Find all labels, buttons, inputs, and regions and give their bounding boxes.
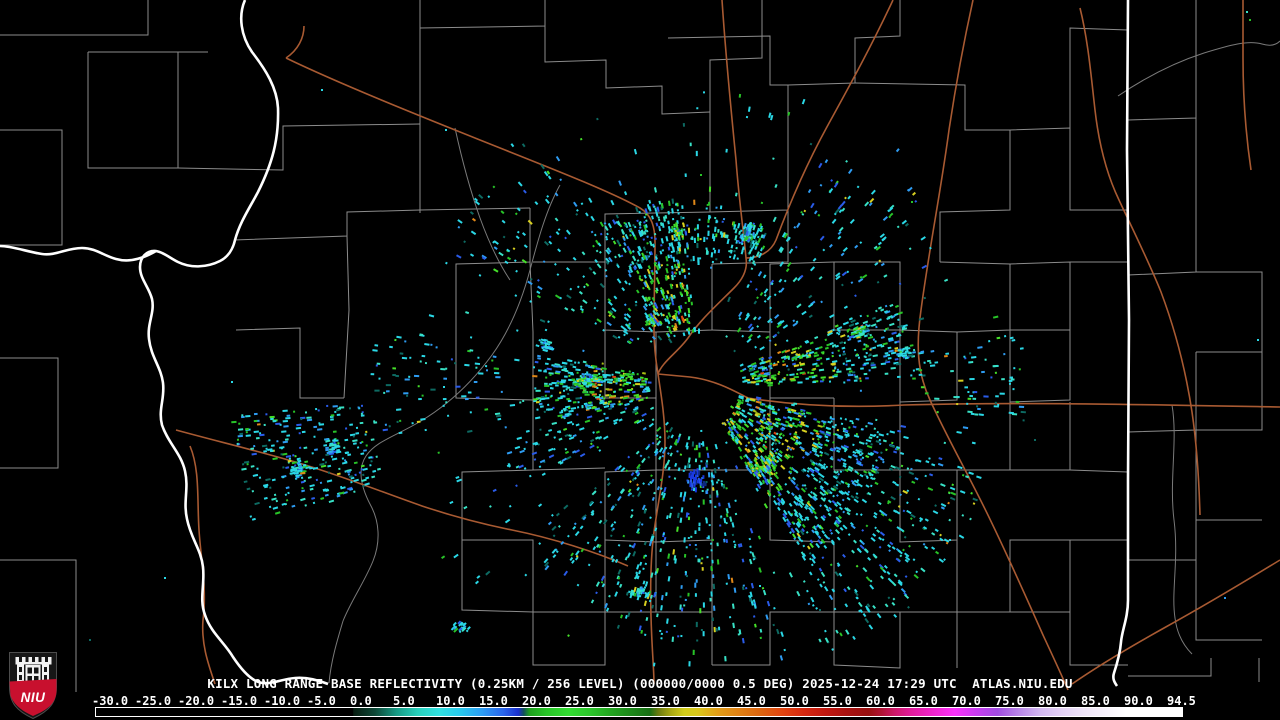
highway-lines [175,0,1280,691]
scale-tick-label: 0.0 [350,694,372,708]
niu-wordmark: NIU [21,690,47,705]
scale-tick-label: 94.5 [1167,694,1196,708]
product-title: KILX LONG RANGE BASE REFLECTIVITY (0.25K… [207,676,1073,691]
scale-tick-label: -20.0 [178,694,215,708]
county-boundaries [0,0,1263,692]
scale-tick-label: 75.0 [995,694,1024,708]
reflectivity-colorbar [95,707,1183,717]
scale-tick-label: 30.0 [608,694,637,708]
scale-tick-label: 60.0 [866,694,895,708]
reflectivity-echoes [89,11,1259,667]
scale-tick-label: 65.0 [909,694,938,708]
scale-tick-label: 55.0 [823,694,852,708]
scale-tick-label: 15.0 [479,694,508,708]
scale-tick-label: 25.0 [565,694,594,708]
radar-map-canvas [0,0,1280,692]
niu-logo: NIU [9,652,57,720]
state-border-lines [0,0,1131,687]
scale-tick-label: 85.0 [1081,694,1110,708]
scale-tick-label: 50.0 [780,694,809,708]
scale-tick-label: 90.0 [1124,694,1153,708]
scale-tick-label: 10.0 [436,694,465,708]
scale-tick-label: 35.0 [651,694,680,708]
scale-tick-label: 40.0 [694,694,723,708]
scale-tick-label: 5.0 [393,694,415,708]
scale-tick-label: -15.0 [221,694,258,708]
scale-tick-label: 70.0 [952,694,981,708]
scale-tick-label: -30.0 [92,694,129,708]
radar-screen: KILX LONG RANGE BASE REFLECTIVITY (0.25K… [0,0,1280,720]
scale-tick-label: 45.0 [737,694,766,708]
scale-tick-label: 20.0 [522,694,551,708]
scale-tick-label: -10.0 [264,694,301,708]
scale-tick-label: -5.0 [307,694,336,708]
scale-tick-label: -25.0 [135,694,172,708]
scale-tick-label: 80.0 [1038,694,1067,708]
